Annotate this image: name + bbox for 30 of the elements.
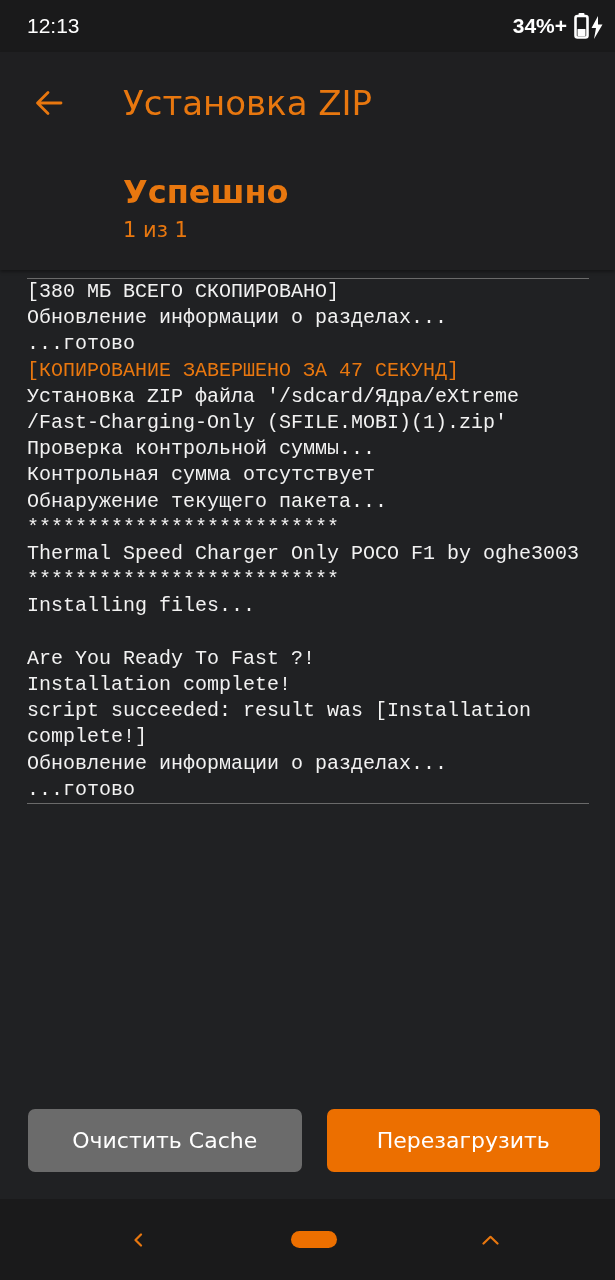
install-status: Успешно [123, 172, 289, 212]
log-line: script succeeded: result was [Installation complete!] [27, 698, 533, 751]
log-line: Обновление информации о разделах... [27, 750, 449, 777]
log-line: ...готово [27, 331, 137, 358]
log-line: [380 МБ ВСЕГО СКОПИРОВАНО] [27, 279, 341, 305]
page-title: Установка ZIP [123, 82, 373, 125]
status-time: 12:13 [27, 14, 80, 38]
up-chevron-icon[interactable] [481, 1234, 499, 1245]
reboot-button[interactable]: Перезагрузить [326, 1109, 600, 1172]
log-line: Обнаружение текущего пакета... [27, 488, 389, 515]
log-status-line: [КОПИРОВАНИЕ ЗАВЕРШЕНО ЗА 47 СЕКУНД] [27, 357, 461, 384]
log-line: Проверка контрольной суммы... [27, 436, 377, 463]
back-chevron-icon[interactable] [133, 1232, 143, 1247]
log-line: Обновление информации о разделах... [27, 305, 449, 332]
log-line: ************************** [27, 567, 341, 594]
log-line: Thermal Speed Charger Only POCO F1 by oghe3003 [27, 541, 581, 568]
file-counter: 1 из 1 [123, 217, 188, 243]
log-line: ************************** [27, 514, 341, 541]
log-line: ...готово [27, 776, 137, 803]
log-line: /Fast-Charging-Only (SFILE.MOBI)(1).zip' [27, 410, 509, 436]
home-pill-icon[interactable] [291, 1231, 337, 1248]
clear-cache-button[interactable]: Очистить Cache [28, 1109, 302, 1172]
log-line: Installation complete! [27, 672, 293, 699]
battery-percent: 34%+ [512, 14, 567, 38]
log-line: Установка ZIP файла '/sdcard/Ядра/eXtreme [27, 383, 521, 410]
log-line: Are You Ready To Fast ?! [27, 645, 317, 672]
battery-charging-icon [574, 13, 604, 39]
log-line: Контрольная сумма отсутствует [27, 462, 377, 489]
back-arrow-icon[interactable] [35, 89, 63, 117]
log-line: Installing files... [27, 593, 257, 620]
